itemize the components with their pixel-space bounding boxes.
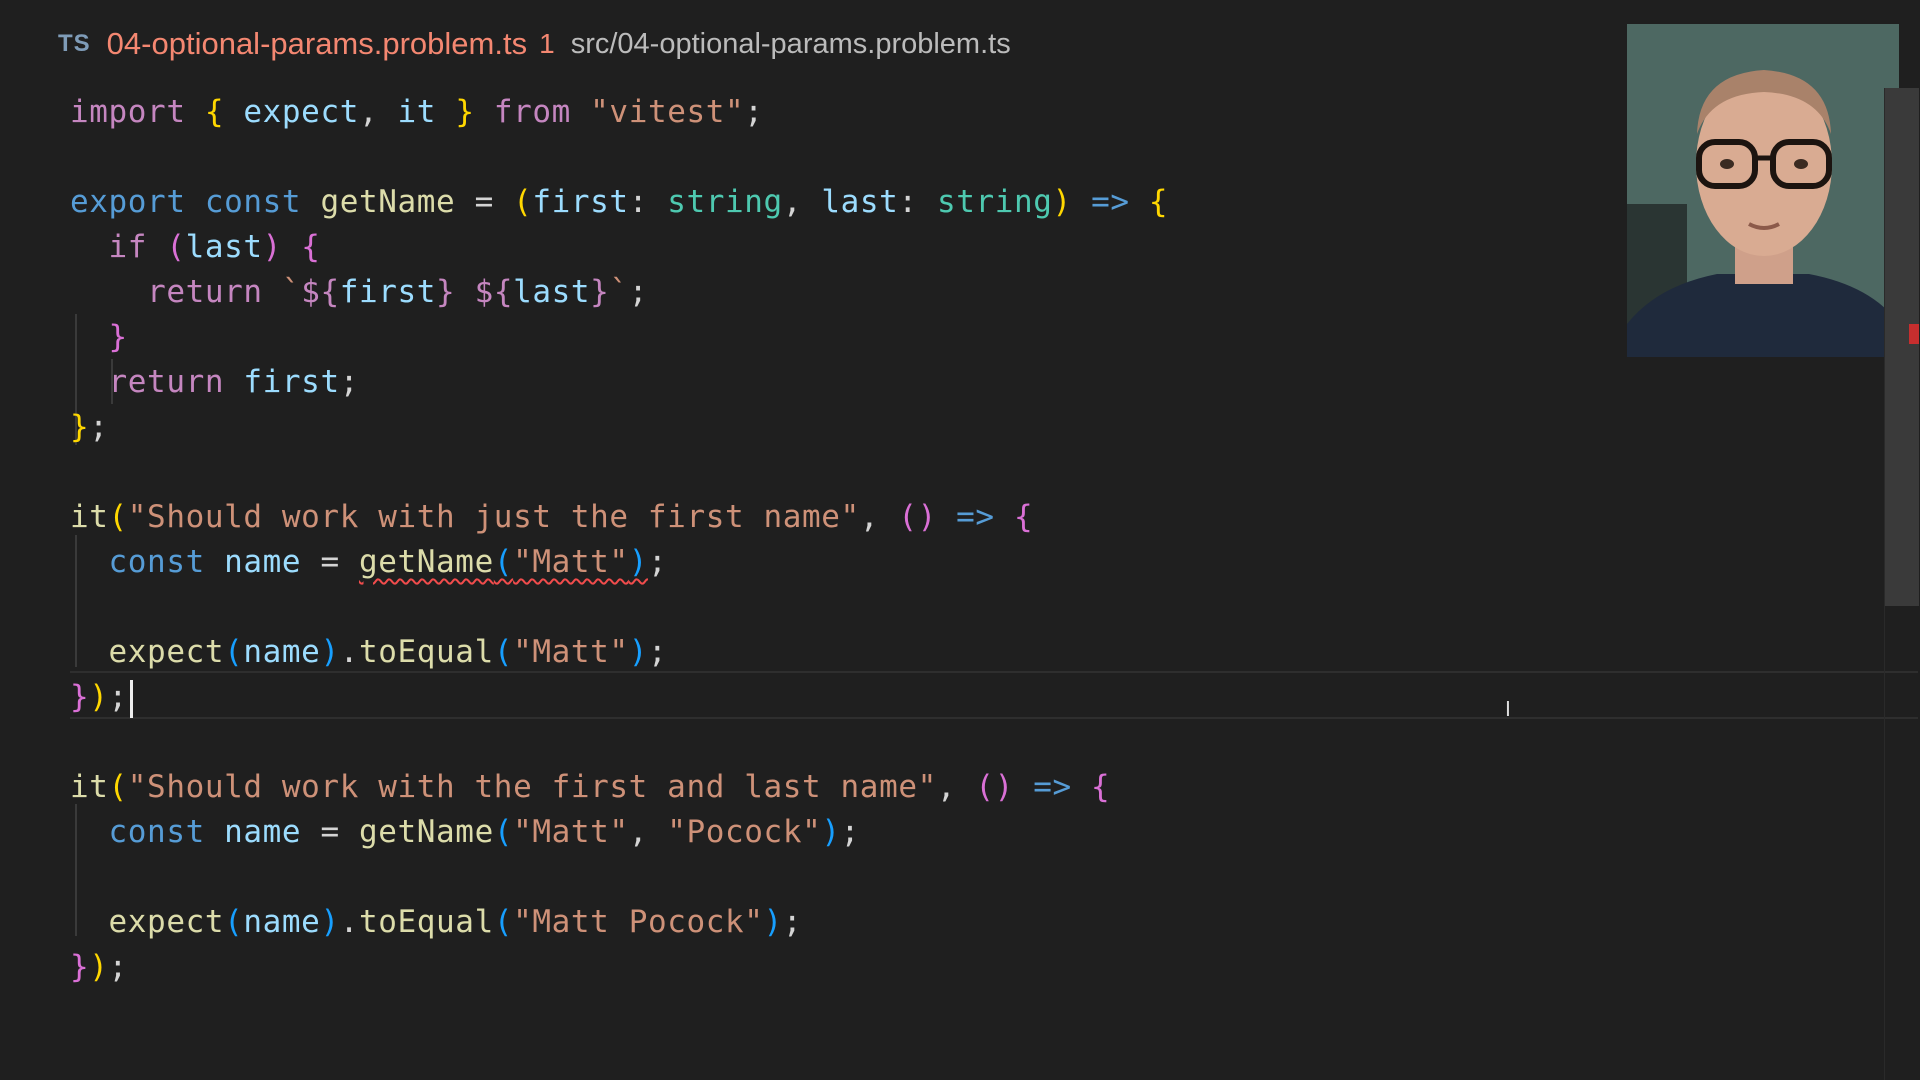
code-line-10: it("Should work with just the first name…: [70, 499, 1034, 535]
current-line-highlight: [70, 671, 1918, 719]
error-marker: [1909, 324, 1919, 344]
code-line-13: expect(name).toEqual("Matt");: [108, 634, 668, 670]
editor-tab-bar: TS 04-optional-params.problem.ts 1 src/0…: [0, 0, 1600, 88]
code-line-4: if (last) {: [108, 229, 321, 265]
tab-file-path: src/04-optional-params.problem.ts: [570, 27, 1011, 60]
code-line-3: export const getName = (first: string, l…: [70, 184, 1169, 220]
code-line-1: import { expect, it } from "vitest";: [70, 94, 764, 130]
code-line-8: };: [70, 409, 109, 445]
code-line-6: }: [108, 319, 128, 355]
mouse-ibeam-cursor-icon: I: [1505, 697, 1511, 721]
code-line-5: return `${first} ${last}`;: [147, 274, 648, 310]
tab-filename[interactable]: 04-optional-params.problem.ts: [107, 26, 527, 62]
webcam-overlay: [1627, 24, 1899, 357]
tab-active-file[interactable]: TS 04-optional-params.problem.ts 1 src/0…: [58, 22, 1011, 66]
text-cursor: [129, 679, 133, 718]
code-line-19: expect(name).toEqual("Matt Pocock");: [108, 904, 803, 940]
code-line-11: const name = getName("Matt");: [108, 544, 668, 580]
scrollbar-thumb[interactable]: [1885, 88, 1919, 606]
type-error-squiggle[interactable]: getName("Matt"): [359, 544, 648, 580]
code-line-7: return first;: [108, 364, 359, 400]
typescript-file-icon: TS: [58, 30, 91, 57]
presenter-video: [1627, 24, 1899, 357]
code-line-16: it("Should work with the first and last …: [70, 769, 1111, 805]
code-editor[interactable]: import { expect, it } from "vitest"; exp…: [0, 90, 1918, 1080]
code-line-20: });: [70, 949, 128, 985]
problem-count-badge: 1: [539, 28, 555, 59]
code-line-17: const name = getName("Matt", "Pocock");: [108, 814, 860, 850]
editor-scrollbar[interactable]: [1884, 88, 1919, 1080]
code-line-14: });: [70, 675, 133, 720]
